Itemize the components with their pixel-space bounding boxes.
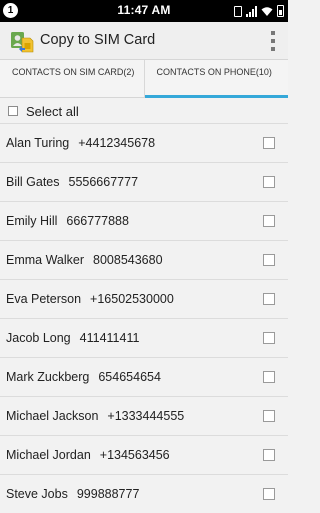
- vibrate-icon: [234, 5, 242, 17]
- list-item[interactable]: Bill Gates 5556667777: [0, 162, 288, 201]
- contact-phone: +4412345678: [78, 136, 156, 150]
- contact-checkbox[interactable]: [263, 293, 275, 305]
- list-item[interactable]: Jacob Long 411411411: [0, 318, 288, 357]
- list-item[interactable]: Alan Turing +4412345678: [0, 123, 288, 162]
- status-bar: 1 11:47 AM: [0, 0, 288, 22]
- contact-list: Alan Turing +4412345678 Bill Gates 5556667…: [0, 123, 288, 513]
- list-item[interactable]: Steve Jobs 999888777: [0, 474, 288, 513]
- list-item[interactable]: Michael Jackson +1333444555: [0, 396, 288, 435]
- contact-phone: 5556667777: [68, 175, 139, 189]
- contact-checkbox[interactable]: [263, 176, 275, 188]
- contact-checkbox[interactable]: [263, 371, 275, 383]
- contact-checkbox[interactable]: [263, 215, 275, 227]
- contact-name: Emma Walker: [6, 253, 85, 267]
- contact-checkbox[interactable]: [263, 332, 275, 344]
- contact-phone: +1333444555: [107, 409, 185, 423]
- contact-phone: 666777888: [66, 214, 129, 228]
- contact-name: Mark Zuckberg: [6, 370, 90, 384]
- contact-checkbox[interactable]: [263, 449, 275, 461]
- page-title: Copy to SIM Card: [40, 32, 156, 48]
- list-item[interactable]: Mark Zuckberg 654654654: [0, 357, 288, 396]
- contact-phone: 8008543680: [93, 253, 163, 267]
- contact-phone: 411411411: [79, 331, 140, 345]
- tab-bar: CONTACTS ON SIM CARD(2) CONTACTS ON PHON…: [0, 60, 288, 98]
- contact-name: Alan Turing: [6, 136, 70, 150]
- select-all-label: Select all: [26, 103, 79, 119]
- wifi-icon: [261, 6, 273, 16]
- contact-checkbox[interactable]: [263, 137, 275, 149]
- contact-name: Michael Jackson: [6, 409, 99, 423]
- select-all-checkbox[interactable]: [8, 106, 18, 116]
- contact-phone: +16502530000: [90, 292, 174, 306]
- contact-name: Bill Gates: [6, 175, 60, 189]
- action-bar: Copy to SIM Card: [0, 22, 288, 60]
- list-item[interactable]: Eva Peterson +16502530000: [0, 279, 288, 318]
- contact-phone: +134563456: [99, 448, 170, 462]
- status-icons: [234, 4, 284, 18]
- contacts-sim-app-icon: [11, 32, 34, 53]
- battery-icon: [277, 5, 284, 17]
- contact-name: Steve Jobs: [6, 487, 68, 501]
- contact-phone: 654654654: [98, 370, 161, 384]
- contact-phone: 999888777: [76, 487, 140, 501]
- contact-name: Michael Jordan: [6, 448, 91, 462]
- list-item[interactable]: Michael Jordan +134563456: [0, 435, 288, 474]
- contact-name: Jacob Long: [6, 331, 71, 345]
- tab-contacts-on-sim[interactable]: CONTACTS ON SIM CARD(2): [0, 60, 144, 97]
- select-all-row[interactable]: Select all: [0, 99, 288, 123]
- contact-checkbox[interactable]: [263, 410, 275, 422]
- signal-icon: [246, 5, 257, 17]
- contact-checkbox[interactable]: [263, 254, 275, 266]
- list-item[interactable]: Emily Hill 666777888: [0, 201, 288, 240]
- tab-contacts-on-phone[interactable]: CONTACTS ON PHONE(10): [143, 60, 289, 98]
- contact-name: Emily Hill: [6, 214, 58, 228]
- contact-checkbox[interactable]: [263, 488, 275, 500]
- list-item[interactable]: Emma Walker 8008543680: [0, 240, 288, 279]
- overflow-menu-icon[interactable]: [270, 31, 276, 51]
- contact-name: Eva Peterson: [6, 292, 82, 306]
